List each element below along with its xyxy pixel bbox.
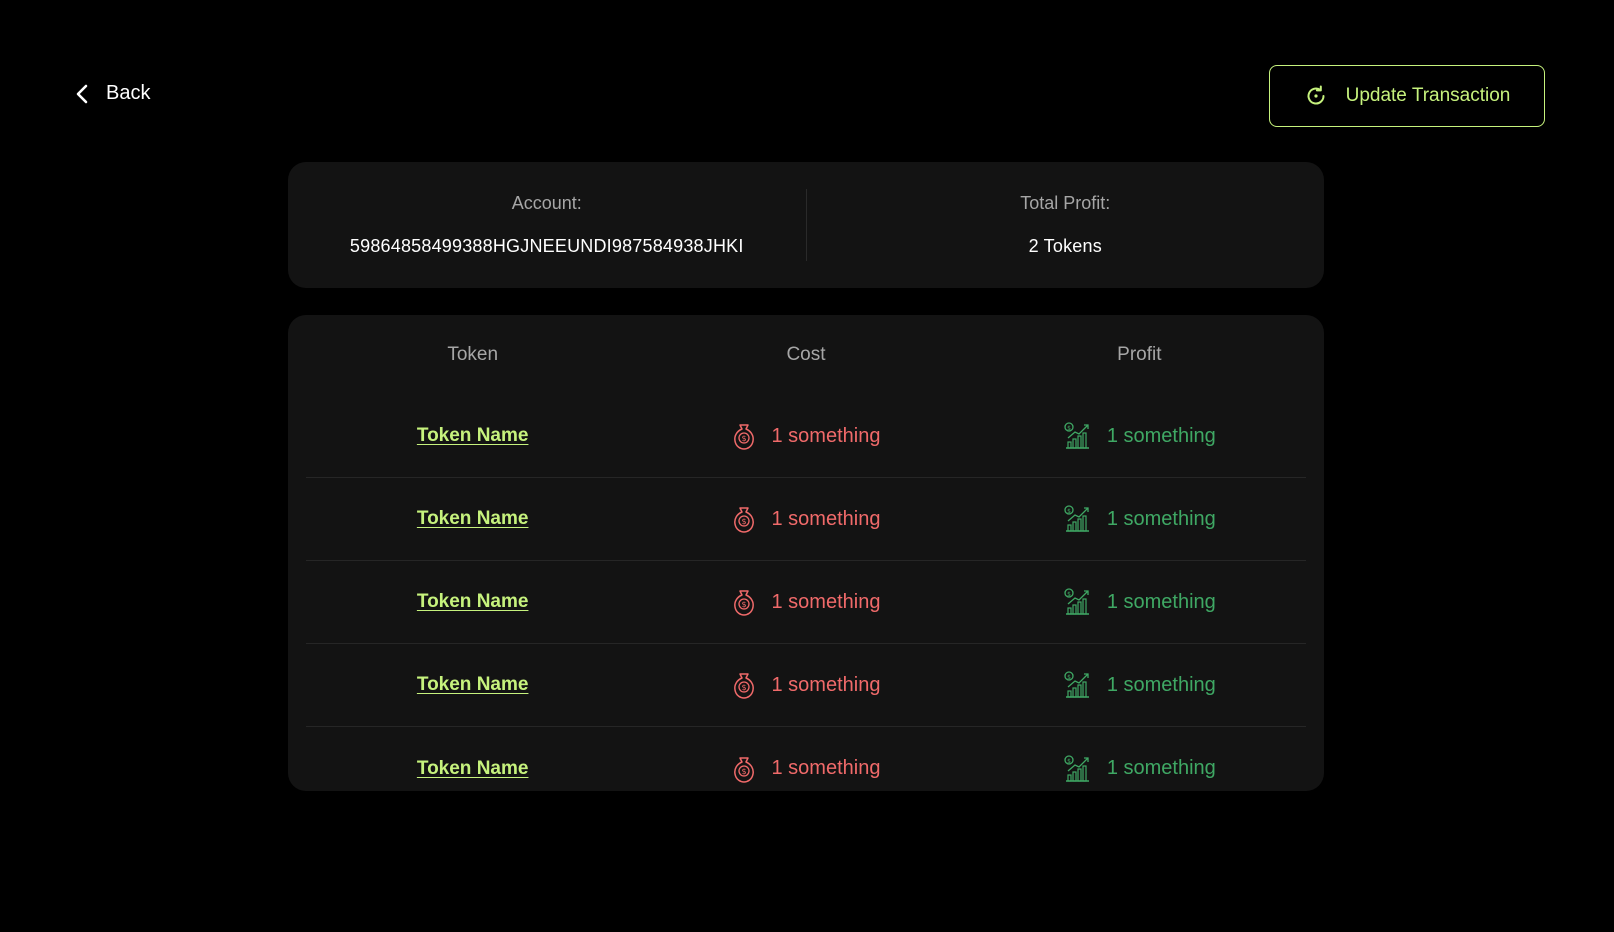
tokens-table: Token Cost Profit Token Name $ 1 somethi… [288, 315, 1324, 791]
cost-value: 1 something [771, 590, 881, 613]
growth-chart-icon: $ [1063, 505, 1091, 533]
profit-cell: $ 1 something [1063, 505, 1216, 533]
token-name-link[interactable]: Token Name [417, 508, 529, 530]
svg-text:$: $ [1067, 508, 1071, 515]
money-bag-icon: $ [732, 670, 756, 700]
cost-value: 1 something [771, 424, 881, 447]
svg-text:$: $ [1067, 758, 1071, 765]
table-row: Token Name $ 1 something $ 1 something [306, 644, 1306, 727]
table-row: Token Name $ 1 something $ 1 something [306, 727, 1306, 810]
svg-text:$: $ [741, 767, 746, 776]
profit-cell: $ 1 something [1063, 422, 1216, 450]
money-bag-icon: $ [732, 587, 756, 617]
total-profit-label: Total Profit: [1020, 193, 1111, 213]
back-label: Back [106, 82, 151, 104]
total-profit-section: Total Profit: 2 Tokens [807, 193, 1325, 257]
cost-value: 1 something [771, 757, 881, 779]
profit-value: 1 something [1106, 590, 1216, 613]
column-header-cost: Cost [786, 344, 826, 365]
table-header: Token Cost Profit [306, 315, 1306, 395]
column-header-token: Token [447, 344, 499, 365]
money-bag-icon: $ [732, 754, 756, 784]
transaction-details-page: Back Update Transaction Account: 5986485… [0, 0, 1614, 932]
token-name-link[interactable]: Token Name [417, 758, 529, 780]
profit-cell: $ 1 something [1063, 754, 1216, 783]
profit-value: 1 something [1106, 757, 1216, 779]
cost-cell: $ 1 something [732, 754, 881, 784]
profit-value: 1 something [1106, 507, 1216, 530]
money-bag-icon: $ [732, 504, 756, 534]
profit-value: 1 something [1106, 424, 1216, 447]
account-value: 59864858499388HGJNEEUNDI987584938JHKI [349, 236, 744, 256]
account-label: Account: [511, 193, 582, 213]
svg-text:$: $ [1067, 674, 1071, 681]
profit-cell: $ 1 something [1063, 588, 1216, 616]
total-profit-value: 2 Tokens [1028, 236, 1102, 256]
svg-text:$: $ [1067, 591, 1071, 598]
token-name-link[interactable]: Token Name [417, 674, 529, 696]
svg-text:$: $ [741, 434, 746, 443]
table-row: Token Name $ 1 something $ 1 something [306, 478, 1306, 561]
account-section: Account: 59864858499388HGJNEEUNDI9875849… [288, 193, 806, 257]
profit-cell: $ 1 something [1063, 671, 1216, 699]
column-header-profit: Profit [1117, 344, 1162, 365]
cost-value: 1 something [771, 673, 881, 696]
back-button[interactable]: Back [74, 82, 150, 105]
svg-text:$: $ [741, 600, 746, 609]
growth-chart-icon: $ [1063, 588, 1091, 616]
svg-text:$: $ [1067, 425, 1071, 432]
account-summary-card: Account: 59864858499388HGJNEEUNDI9875849… [288, 162, 1324, 288]
update-transaction-button[interactable]: Update Transaction [1269, 65, 1545, 127]
token-name-link[interactable]: Token Name [417, 591, 529, 613]
svg-text:$: $ [741, 683, 746, 692]
cost-cell: $ 1 something [732, 421, 881, 451]
profit-value: 1 something [1106, 673, 1216, 696]
growth-chart-icon: $ [1063, 422, 1091, 450]
token-name-link[interactable]: Token Name [417, 425, 529, 447]
table-row: Token Name $ 1 something $ 1 something [306, 395, 1306, 478]
money-bag-icon: $ [732, 421, 756, 451]
growth-chart-icon: $ [1063, 671, 1091, 699]
cost-value: 1 something [771, 507, 881, 530]
update-transaction-label: Update Transaction [1345, 85, 1511, 106]
svg-text:$: $ [741, 517, 746, 526]
cost-cell: $ 1 something [732, 504, 881, 534]
refresh-icon [1304, 84, 1328, 108]
cost-cell: $ 1 something [732, 587, 881, 617]
cost-cell: $ 1 something [732, 670, 881, 700]
table-row: Token Name $ 1 something $ 1 something [306, 561, 1306, 644]
chevron-left-icon [74, 83, 90, 105]
growth-chart-icon: $ [1063, 754, 1091, 783]
